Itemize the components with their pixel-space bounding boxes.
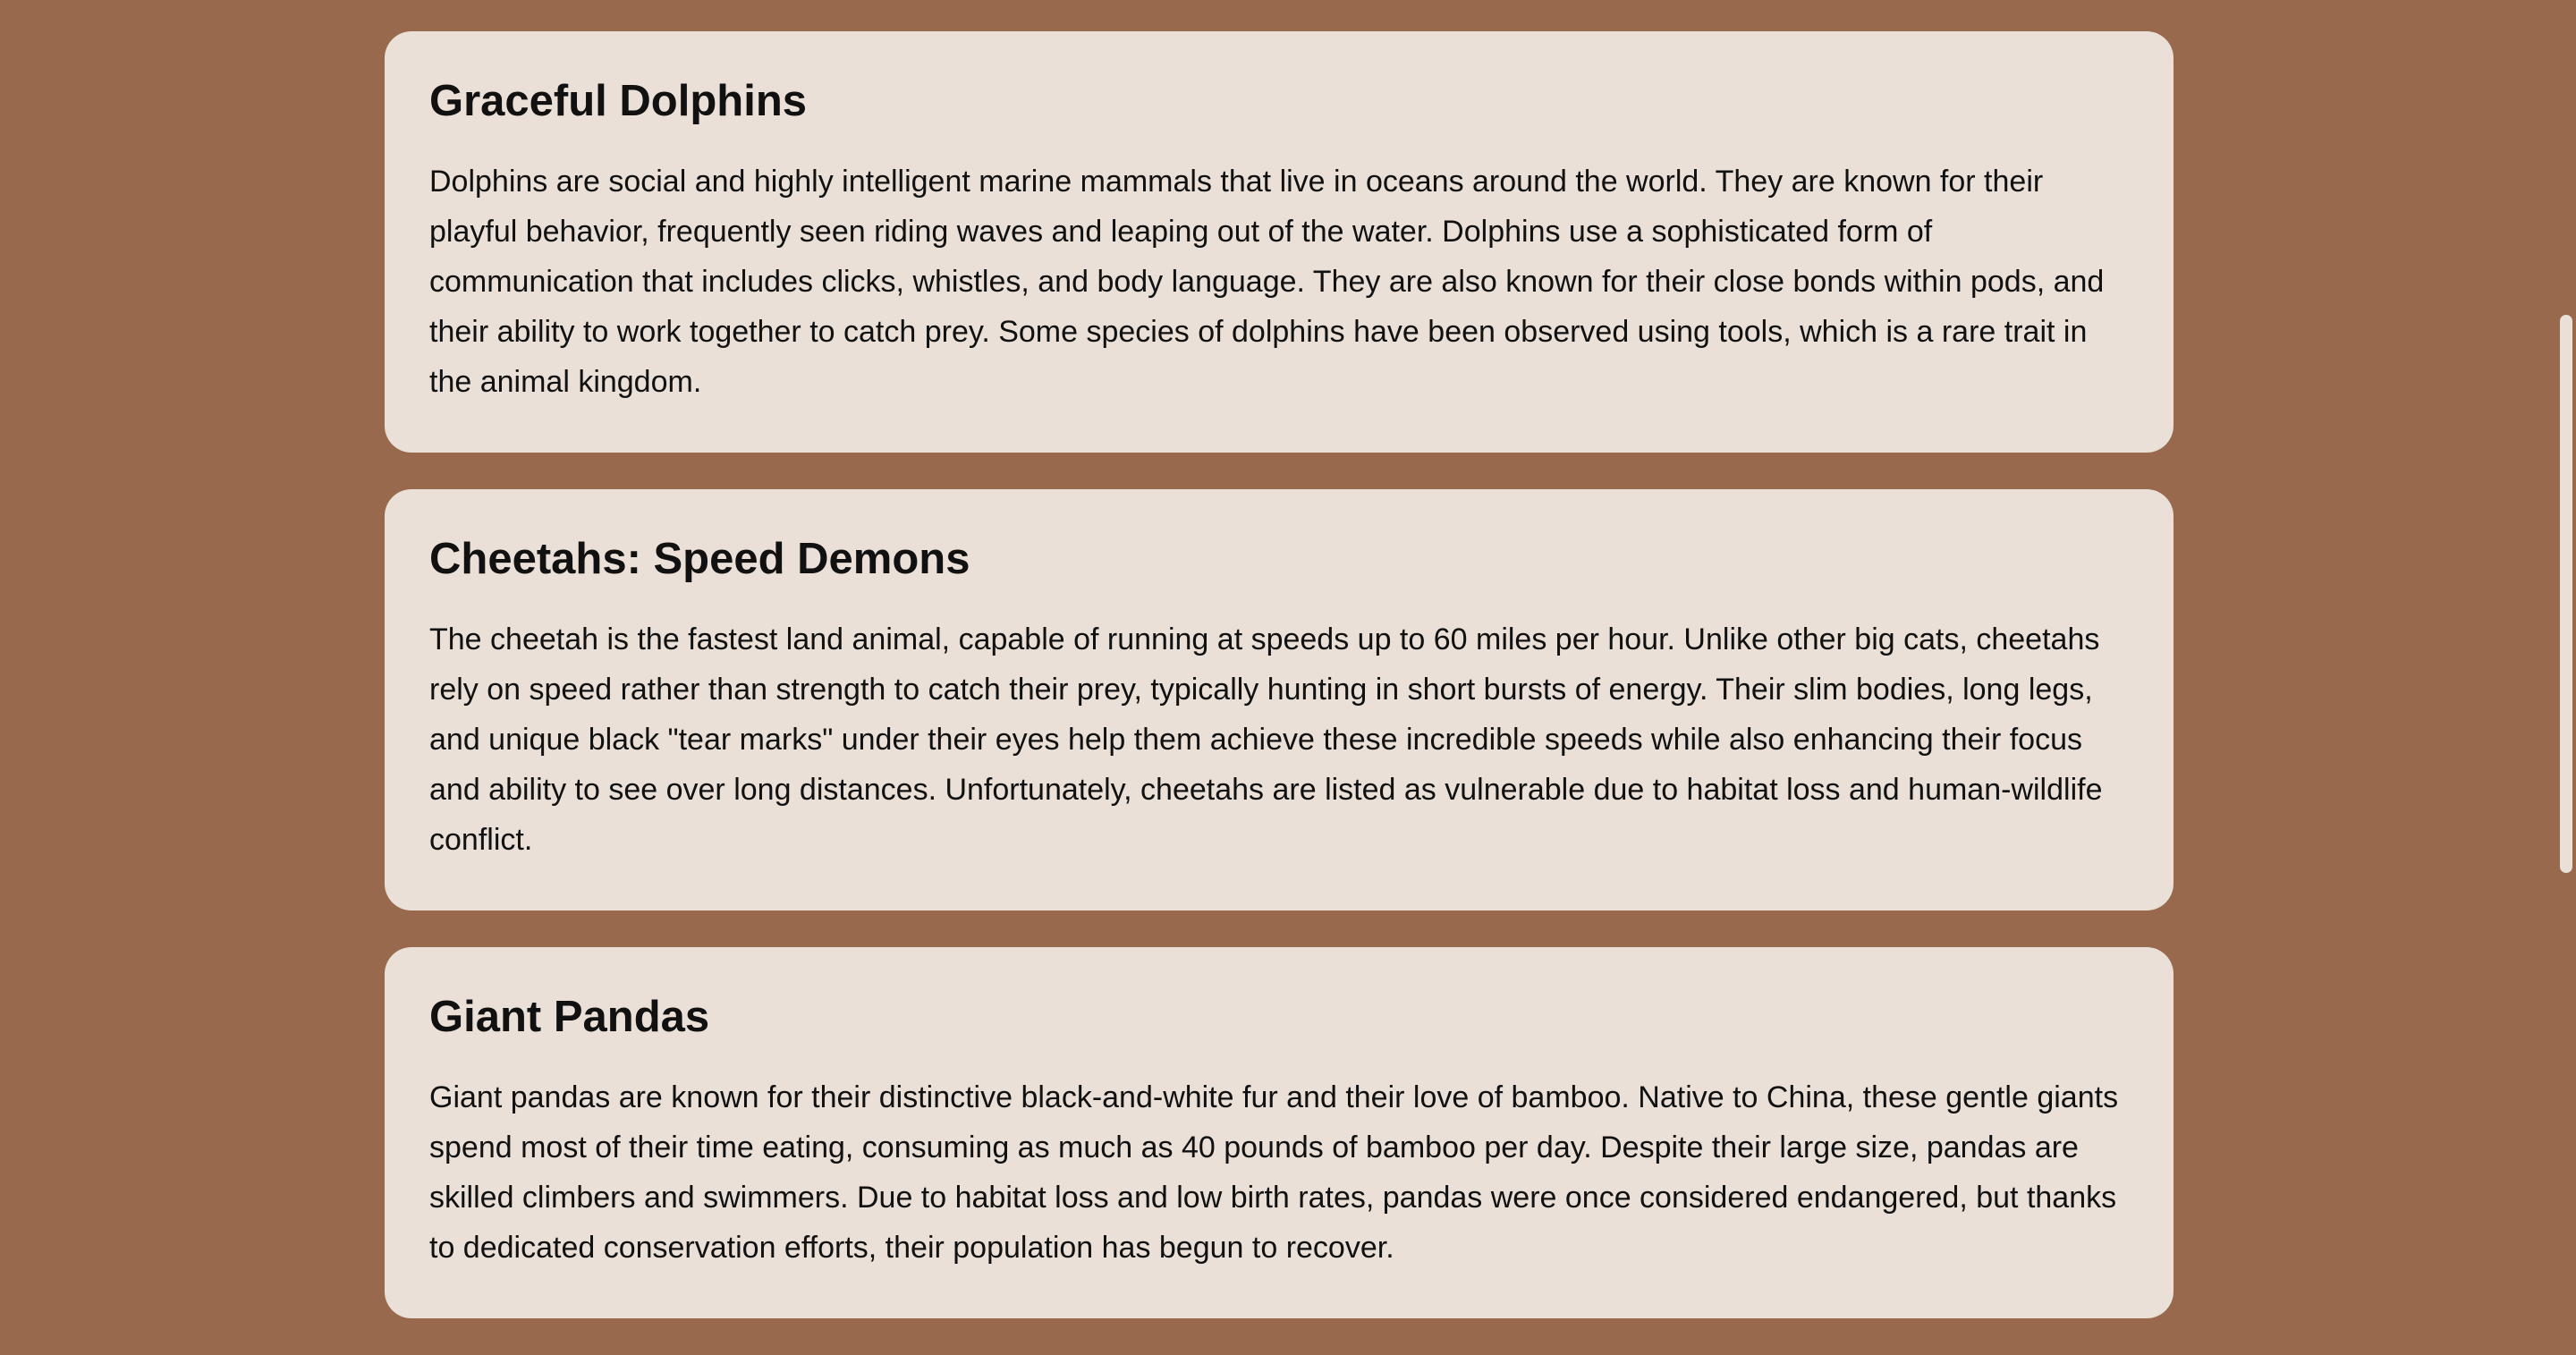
- card-body: Giant pandas are known for their distinc…: [429, 1080, 2119, 1265]
- article-feed: Graceful Dolphins Dolphins are social an…: [385, 31, 2174, 1355]
- animal-card-dolphins: Graceful Dolphins Dolphins are social an…: [385, 31, 2174, 453]
- animal-card-cheetahs: Cheetahs: Speed Demons The cheetah is th…: [385, 489, 2174, 910]
- vertical-scrollbar[interactable]: [2555, 0, 2576, 1349]
- card-body: Dolphins are social and highly intellige…: [429, 165, 2105, 399]
- card-title: Cheetahs: Speed Demons: [429, 535, 970, 583]
- card-title: Giant Pandas: [429, 993, 710, 1041]
- animal-card-pandas: Giant Pandas Giant pandas are known for …: [385, 947, 2174, 1318]
- card-title: Graceful Dolphins: [429, 77, 808, 125]
- scrollbar-thumb[interactable]: [2560, 315, 2572, 873]
- card-body: The cheetah is the fastest land animal, …: [429, 622, 2103, 857]
